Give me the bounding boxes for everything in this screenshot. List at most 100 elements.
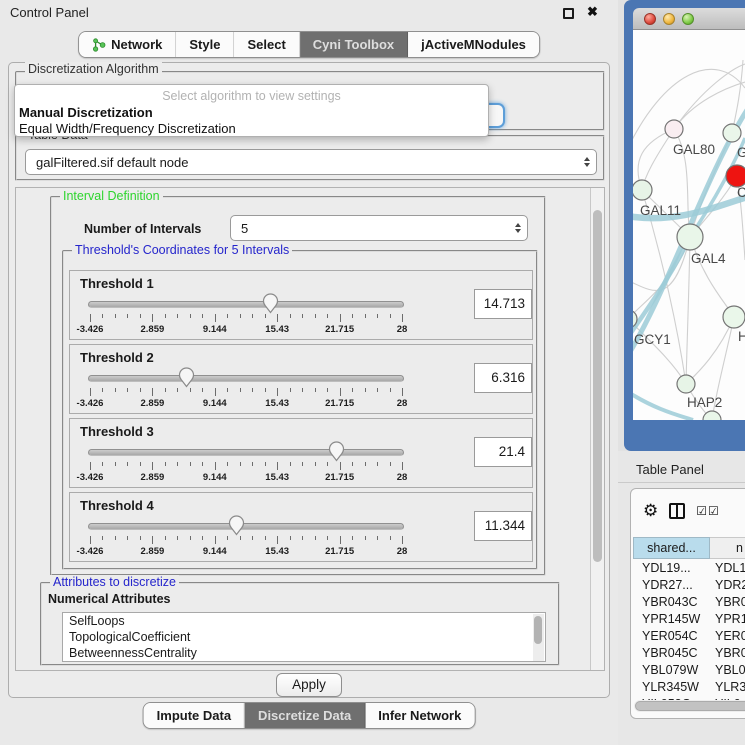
threshold-value-field[interactable]: 6.316: [474, 363, 532, 393]
table-data-combobox[interactable]: galFiltered.sif default node: [25, 149, 597, 175]
split-columns-icon[interactable]: [669, 503, 685, 519]
tick-label: 28: [378, 546, 426, 557]
slider-track[interactable]: [88, 449, 404, 456]
slider-thumb[interactable]: [178, 367, 195, 388]
tick-label: 21.715: [316, 472, 364, 483]
attribute-list-item[interactable]: SelfLoops: [63, 613, 545, 629]
network-node[interactable]: [726, 165, 745, 187]
threshold-slider[interactable]: -3.4262.8599.14415.4321.71528: [76, 293, 420, 339]
network-node[interactable]: [677, 224, 703, 250]
tab-network[interactable]: Network: [79, 32, 176, 57]
dropdown-option-manual-discretization[interactable]: Manual Discretization: [19, 105, 153, 120]
cell-name: YDL1: [710, 560, 745, 577]
network-node[interactable]: [723, 124, 741, 142]
float-window-icon[interactable]: [563, 8, 574, 19]
threshold-row: Threshold 4-3.4262.8599.14415.4321.71528…: [69, 492, 533, 562]
attributes-scrollbar[interactable]: [533, 614, 544, 662]
cell-shared-name: YBR043C: [633, 594, 710, 611]
threshold-row: Threshold 1-3.4262.8599.14415.4321.71528…: [69, 270, 533, 340]
tab-jactivemnodules[interactable]: jActiveMNodules: [408, 32, 539, 57]
tick-label: 21.715: [316, 324, 364, 335]
table-row[interactable]: YER054CYER0: [633, 628, 745, 645]
network-node[interactable]: [723, 306, 745, 328]
tab-discretize-data[interactable]: Discretize Data: [245, 703, 365, 728]
numerical-attributes-list[interactable]: SelfLoopsTopologicalCoefficientBetweenne…: [62, 612, 546, 662]
tab-infer-network[interactable]: Infer Network: [365, 703, 474, 728]
interval-definition-group: Interval Definition Number of Intervals …: [50, 196, 546, 576]
network-edge-thick: [633, 390, 693, 420]
dropdown-hint: Select algorithm to view settings: [15, 89, 488, 103]
tab-label: Discretize Data: [258, 708, 351, 723]
tick-label: 2.859: [128, 398, 176, 409]
threshold-value-field[interactable]: 14.713: [474, 289, 532, 319]
apply-button[interactable]: Apply: [276, 673, 342, 697]
table-row[interactable]: YLR345WYLR3: [633, 679, 745, 696]
number-of-intervals-combobox[interactable]: 5: [230, 215, 528, 241]
table-row[interactable]: YBL079WYBL0: [633, 662, 745, 679]
table-row[interactable]: YDR27...YDR2: [633, 577, 745, 594]
cell-shared-name: YLR345W: [633, 679, 710, 696]
table-row[interactable]: YPR145WYPR1: [633, 611, 745, 628]
tick-label: 28: [378, 324, 426, 335]
dropdown-option-equal-width-frequency[interactable]: Equal Width/Frequency Discretization: [19, 121, 236, 136]
close-icon[interactable]: ✖: [587, 4, 598, 20]
tick-label: 15.43: [253, 472, 301, 483]
tab-cyni-toolbox[interactable]: Cyni Toolbox: [300, 32, 408, 57]
network-canvas[interactable]: GAL80GCGAL11GAL4GCY1HHAP2: [633, 30, 745, 420]
column-header-name[interactable]: n: [710, 537, 745, 559]
slider-thumb[interactable]: [328, 441, 345, 462]
group-title: Discretization Algorithm: [25, 62, 162, 76]
network-node[interactable]: [677, 375, 695, 393]
table-data-group: Table Data galFiltered.sif default node: [15, 135, 605, 181]
threshold-slider[interactable]: -3.4262.8599.14415.4321.71528: [76, 515, 420, 561]
tick-label: 15.43: [253, 398, 301, 409]
tick-label: 21.715: [316, 546, 364, 557]
attributes-group: Attributes to discretize Numerical Attri…: [40, 582, 560, 666]
network-node[interactable]: [633, 180, 652, 200]
column-header-shared-name[interactable]: shared...: [633, 537, 710, 559]
network-node-label: GAL80: [673, 142, 715, 157]
slider-thumb[interactable]: [262, 293, 279, 314]
table-row[interactable]: YBR043CYBR0: [633, 594, 745, 611]
table-row[interactable]: YBR045CYBR0: [633, 645, 745, 662]
slider-track[interactable]: [88, 375, 404, 382]
slider-track[interactable]: [88, 301, 404, 308]
table-row[interactable]: YDL19...YDL1: [633, 560, 745, 577]
network-node-label: HAP2: [687, 395, 722, 410]
cell-name: YPR1: [710, 611, 745, 628]
network-node[interactable]: [665, 120, 683, 138]
minimize-traffic-light-icon[interactable]: [663, 13, 675, 25]
cell-shared-name: YDL19...: [633, 560, 710, 577]
tick-label: 9.144: [191, 472, 239, 483]
combobox-value: galFiltered.sif default node: [36, 155, 188, 170]
zoom-traffic-light-icon[interactable]: [682, 13, 694, 25]
threshold-slider[interactable]: -3.4262.8599.14415.4321.71528: [76, 441, 420, 487]
threshold-slider[interactable]: -3.4262.8599.14415.4321.71528: [76, 367, 420, 413]
threshold-label: Threshold 3: [80, 424, 154, 439]
network-view-window: GAL80GCGAL11GAL4GCY1HHAP2: [624, 0, 745, 451]
tab-impute-data[interactable]: Impute Data: [144, 703, 245, 728]
slider-thumb[interactable]: [228, 515, 245, 536]
gear-icon[interactable]: ⚙: [643, 501, 658, 521]
tab-label: Network: [111, 37, 162, 52]
tick-label: 9.144: [191, 324, 239, 335]
tab-style[interactable]: Style: [176, 32, 234, 57]
threshold-label: Threshold 2: [80, 350, 154, 365]
network-icon: [92, 38, 106, 52]
numerical-attributes-label: Numerical Attributes: [48, 592, 170, 606]
cyni-toolbox-panel: Discretization Algorithm Select algorith…: [8, 62, 610, 698]
network-node-label: GAL4: [691, 251, 726, 266]
tab-select[interactable]: Select: [234, 32, 299, 57]
close-traffic-light-icon[interactable]: [644, 13, 656, 25]
table-horizontal-scrollbar[interactable]: [634, 700, 745, 712]
tab-label: Impute Data: [157, 708, 231, 723]
threshold-value-field[interactable]: 11.344: [474, 511, 532, 541]
threshold-value-field[interactable]: 21.4: [474, 437, 532, 467]
cell-name: YLR3: [710, 679, 745, 696]
attribute-list-item[interactable]: BetweennessCentrality: [63, 645, 545, 661]
attribute-list-item[interactable]: TopologicalCoefficient: [63, 629, 545, 645]
settings-scrollbar[interactable]: [590, 188, 604, 670]
slider-track[interactable]: [88, 523, 404, 530]
select-columns-icon[interactable]: ☑☑: [696, 504, 720, 518]
tick-label: -3.426: [66, 546, 114, 557]
